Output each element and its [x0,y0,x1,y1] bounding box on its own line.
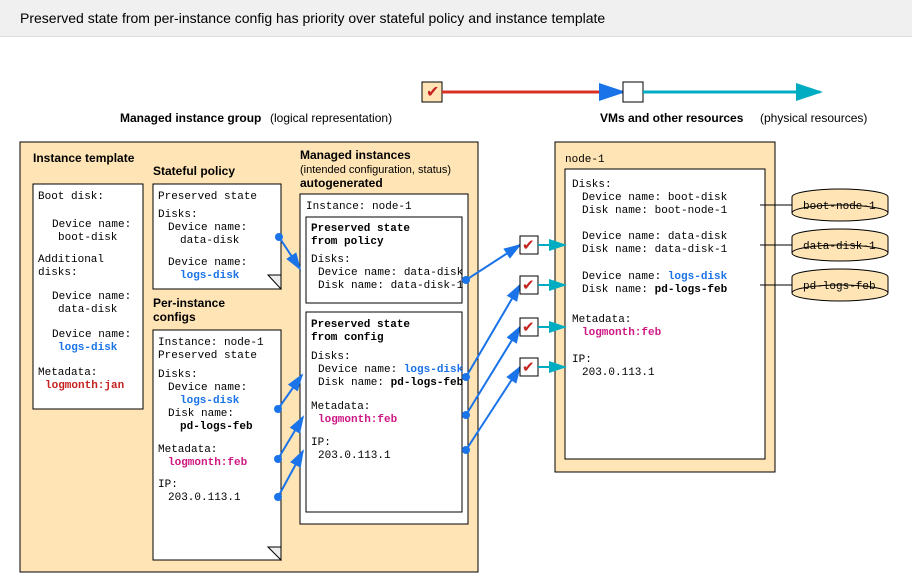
inst-title: Instance: node-1 [306,201,412,213]
cm2: logmonth:feb [318,414,398,426]
pi5: logs-disk [180,395,240,407]
p6: logs-disk [180,270,240,282]
check-icon: ✔ [426,84,439,101]
pi8: Metadata: [158,444,217,456]
header-text: Preserved state from per-instance config… [20,10,605,26]
pi3: Disks: [158,369,198,381]
pi10: IP: [158,479,178,491]
p5: Device name: [168,257,247,269]
page-header: Preserved state from per-instance config… [0,0,912,37]
disk1: boot-node-1 [803,201,876,213]
p3: Device name: [168,222,247,234]
ci2: 203.0.113.1 [318,450,391,462]
n9: logmonth:feb [582,327,662,339]
disk2: data-disk-1 [803,241,876,253]
n8: Metadata: [572,314,631,326]
n4: Device name: data-disk [582,231,728,243]
ci1: IP: [311,437,331,449]
svg-text:Device name: logs-disk: Device name: logs-disk [582,271,728,283]
pi2: Preserved state [158,350,257,362]
n10: IP: [572,354,592,366]
diagram: ✔ Managed instance group (logical repres… [0,37,912,587]
svg-text:Disk name: pd-logs-feb: Disk name: pd-logs-feb [582,284,728,296]
t8: logs-disk [58,342,118,354]
mi2: (intended configuration, status) [300,164,451,176]
pd1: Disks: [311,254,351,266]
vms-label2: (physical resources) [760,111,867,125]
pi4: Device name: [168,382,247,394]
mig-label2: (logical representation) [270,111,392,125]
p2: Disks: [158,209,198,221]
n1: Disks: [572,179,612,191]
svg-text:✔: ✔ [522,359,535,376]
disk-cylinder-2: data-disk-1 [792,229,888,261]
pi9: logmonth:feb [168,457,248,469]
n5: Disk name: data-disk-1 [582,244,728,256]
mig-label: Managed instance group [120,111,261,125]
svg-text:✔: ✔ [522,319,535,336]
t1: Boot disk: [38,191,104,203]
node-title: node-1 [565,154,605,166]
p4: data-disk [180,235,240,247]
cd1: Disks: [311,351,351,363]
vms-label: VMs and other resources [600,111,744,125]
p1: Preserved state [158,191,257,203]
disk-cylinder-1: boot-node-1 [792,189,888,221]
svg-text:✔: ✔ [522,237,535,254]
policy-header: Stateful policy [153,164,235,178]
svg-text:Device name: logs-disk: Device name: logs-disk [318,364,464,376]
t2: Device name: [52,219,131,231]
n11: 203.0.113.1 [582,367,655,379]
mi1: Managed instances [300,148,411,162]
template-header: Instance template [33,151,135,165]
n2: Device name: boot-disk [582,192,728,204]
svg-text:✔: ✔ [522,277,535,294]
t7: Device name: [52,329,131,341]
mi3: autogenerated [300,176,383,190]
pi6: Disk name: [168,408,234,420]
pi11: 203.0.113.1 [168,492,241,504]
t6: data-disk [58,304,118,316]
n3: Disk name: boot-node-1 [582,205,728,217]
t9: Metadata: [38,367,97,379]
disk-cylinder-3: pd-logs-feb [792,269,888,301]
pi1: Instance: node-1 [158,337,264,349]
t3: boot-disk [58,232,118,244]
svg-text:Disk name: pd-logs-feb: Disk name: pd-logs-feb [318,377,464,389]
pi7: pd-logs-feb [180,421,253,433]
disk3: pd-logs-feb [803,281,876,293]
pd3: Disk name: data-disk-1 [318,280,464,292]
t10: logmonth:jan [45,380,124,392]
pd2: Device name: data-disk [318,267,464,279]
t5: Device name: [52,291,131,303]
cm1: Metadata: [311,401,370,413]
